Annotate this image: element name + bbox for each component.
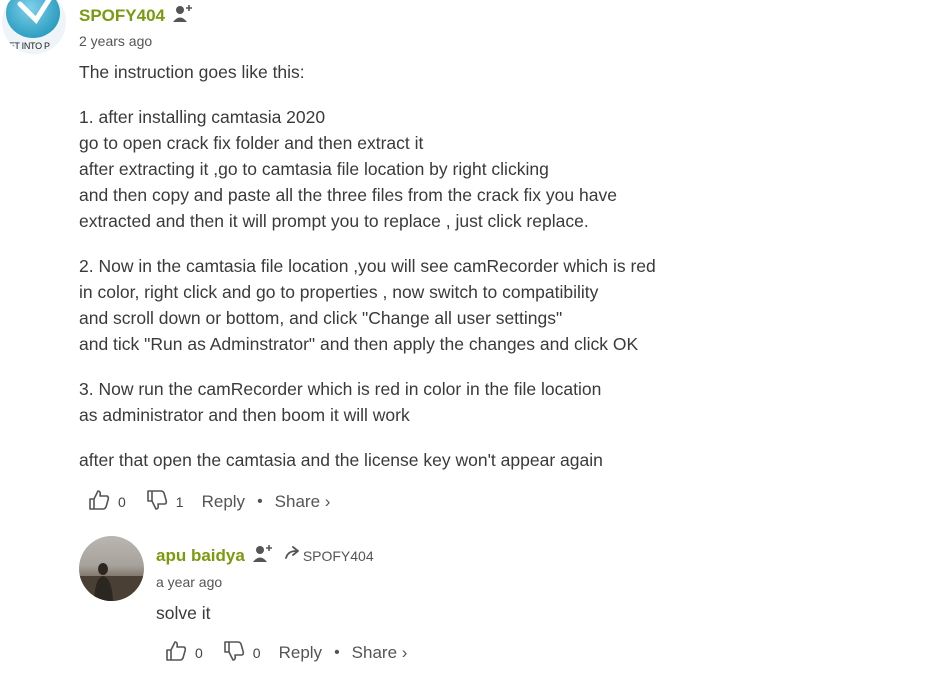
add-user-icon[interactable] [252,543,275,568]
like-count: 0 [195,645,203,661]
avatar[interactable] [79,536,144,601]
thumbs-up-icon[interactable] [165,640,187,666]
reply-actions: 0 0 Reply • Share › [165,640,407,666]
comment-paragraph: 2. Now in the camtasia file location ,yo… [79,256,656,354]
reply-button[interactable]: Reply [279,643,322,663]
comment-paragraph: after that open the camtasia and the lic… [79,450,603,470]
reply-text: solve it [156,603,211,623]
dislike-count: 0 [252,645,261,661]
thumbs-up-icon[interactable] [88,489,110,515]
add-user-icon[interactable] [173,3,195,28]
comment-paragraph: 3. Now run the camRecorder which is red … [79,379,602,425]
comment-author[interactable]: SPOFY404 [79,6,165,26]
avatar-caption: GET INTO P [2,41,50,51]
share-button[interactable]: Share › [352,643,408,663]
thumbs-down-icon[interactable] [223,640,245,666]
dislike-count: 1 [175,494,184,510]
reply-author[interactable]: apu baidya [156,546,245,566]
separator-dot: • [257,493,263,510]
comment-paragraph: 1. after installing camtasia 2020 go to … [79,107,617,231]
separator-dot: • [334,644,340,661]
reply-button[interactable]: Reply [202,492,245,512]
comment-body: The instruction goes like this: 1. after… [79,59,839,473]
comment-paragraph: The instruction goes like this: [79,62,305,82]
comment-actions: 0 1 Reply • Share › [88,489,330,515]
reply-arrow-icon [284,546,301,565]
reply-to-user[interactable]: SPOFY404 [303,548,374,564]
thumbs-down-icon[interactable] [146,489,168,515]
reply-timestamp[interactable]: a year ago [156,574,222,590]
avatar-logo [6,0,60,38]
comment-timestamp[interactable]: 2 years ago [79,33,152,49]
avatar[interactable]: GET INTO P [2,0,66,54]
like-count: 0 [118,494,126,510]
share-button[interactable]: Share › [275,492,331,512]
